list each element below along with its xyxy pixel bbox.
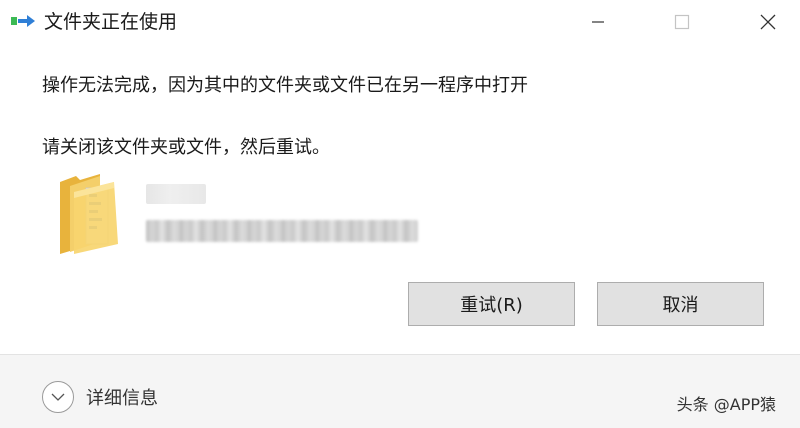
file-move-icon — [11, 15, 35, 27]
instruction-message: 请关闭该文件夹或文件，然后重试。 — [42, 137, 330, 158]
close-button[interactable] — [740, 0, 796, 44]
window-title: 文件夹正在使用 — [44, 11, 178, 33]
minimize-icon — [592, 21, 604, 23]
dialog-window: 文件夹正在使用 操作无法完成，因为其中的文件夹或文件已在另一程序中打开 请关闭该… — [0, 0, 800, 428]
dialog-footer: 详细信息 头条 @APP猿 — [0, 354, 800, 428]
maximize-button[interactable] — [654, 0, 710, 44]
cancel-button[interactable]: 取消 — [597, 282, 764, 326]
blurred-file-path — [146, 220, 418, 242]
blurred-file-name — [146, 184, 206, 204]
retry-button[interactable]: 重试(R) — [408, 282, 575, 326]
details-label: 详细信息 — [86, 388, 158, 409]
error-message: 操作无法完成，因为其中的文件夹或文件已在另一程序中打开 — [42, 75, 528, 96]
minimize-button[interactable] — [570, 0, 626, 44]
folder-icon — [60, 174, 118, 254]
chevron-down-icon — [42, 381, 74, 413]
watermark: 头条 @APP猿 — [676, 395, 776, 414]
maximize-icon — [674, 14, 690, 30]
title-bar: 文件夹正在使用 — [0, 0, 800, 44]
details-toggle[interactable]: 详细信息 — [42, 381, 158, 413]
close-icon — [760, 14, 776, 30]
